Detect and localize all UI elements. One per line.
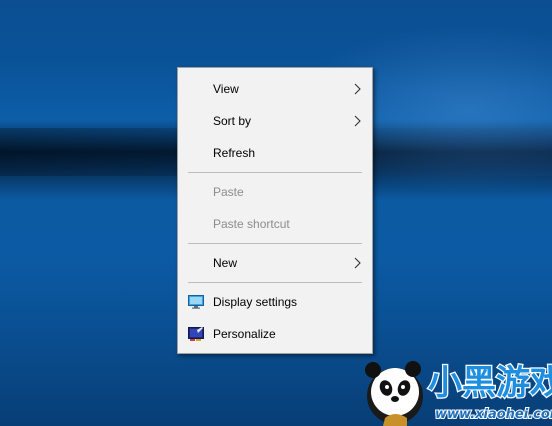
desktop-context-menu: View Sort by Refresh Paste Paste shortcu… [177,67,373,354]
menu-item-sort-by[interactable]: Sort by [178,105,372,137]
menu-item-paste[interactable]: Paste [178,176,372,208]
menu-separator [188,243,362,244]
xiaohei-watermark-logo: 小黑游戏 www.xiaohei.com [365,361,552,426]
watermark-title: 小黑游戏 [428,363,552,403]
chevron-right-icon [354,115,361,127]
menu-item-label: Sort by [213,114,252,128]
personalize-icon [188,327,204,341]
panda-mascot-icon [365,361,423,426]
menu-separator [188,282,362,283]
menu-item-label: View [213,82,239,96]
menu-item-label: Display settings [213,295,298,309]
menu-item-label: Refresh [213,146,256,160]
menu-item-label: New [213,256,238,270]
chevron-right-icon [354,83,361,95]
menu-item-display-settings[interactable]: Display settings [178,286,372,318]
menu-item-personalize[interactable]: Personalize [178,318,372,350]
display-settings-icon [188,295,204,309]
chevron-right-icon [354,257,361,269]
menu-item-refresh[interactable]: Refresh [178,137,372,169]
watermark-url: www.xiaohei.com [435,407,552,422]
menu-item-label: Paste shortcut [213,217,290,231]
menu-item-label: Paste [213,185,244,199]
menu-item-paste-shortcut[interactable]: Paste shortcut [178,208,372,240]
menu-item-new[interactable]: New [178,247,372,279]
menu-item-label: Personalize [213,327,276,341]
menu-item-view[interactable]: View [178,73,372,105]
menu-separator [188,172,362,173]
